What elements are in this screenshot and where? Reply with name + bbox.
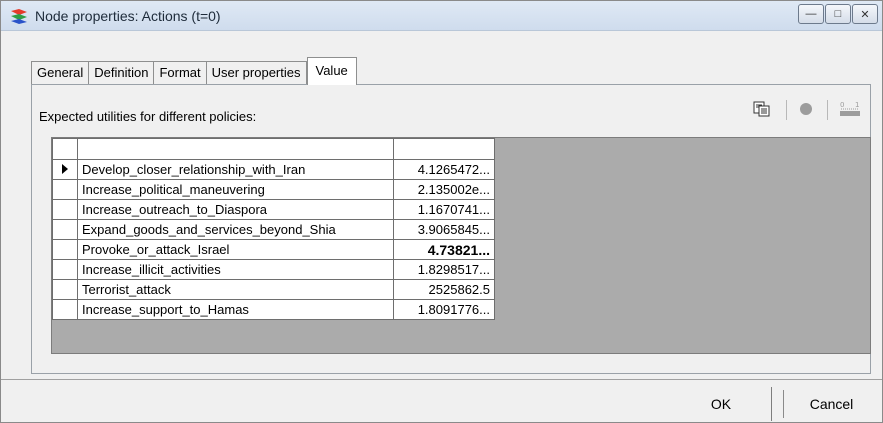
button-separator bbox=[771, 387, 772, 421]
table-row[interactable]: Provoke_or_attack_Israel 4.73821... bbox=[52, 239, 495, 260]
row-indicator[interactable] bbox=[52, 179, 78, 200]
cancel-button[interactable]: Cancel bbox=[783, 390, 879, 418]
policy-cell[interactable]: Increase_illicit_activities bbox=[77, 259, 394, 280]
utility-value-cell-max[interactable]: 4.73821... bbox=[393, 239, 495, 260]
copy-icon[interactable] bbox=[751, 98, 773, 120]
row-indicator[interactable] bbox=[52, 259, 78, 280]
utilities-grid[interactable]: Develop_closer_relationship_with_Iran 4.… bbox=[51, 137, 871, 354]
table-header-row bbox=[52, 138, 495, 160]
policy-cell[interactable]: Terrorist_attack bbox=[77, 279, 394, 300]
tab-definition[interactable]: Definition bbox=[89, 61, 155, 85]
table-row[interactable]: Expand_goods_and_services_beyond_Shia 3.… bbox=[52, 219, 495, 240]
table-row[interactable]: Increase_illicit_activities 1.8298517... bbox=[52, 259, 495, 280]
maximize-icon: □ bbox=[834, 8, 842, 20]
tab-format[interactable]: Format bbox=[154, 61, 207, 85]
utility-value-cell[interactable]: 1.8298517... bbox=[393, 259, 495, 280]
policy-cell[interactable]: Increase_outreach_to_Diaspora bbox=[77, 199, 394, 220]
policy-cell[interactable]: Increase_political_maneuvering bbox=[77, 179, 394, 200]
header-policy-cell[interactable] bbox=[77, 138, 394, 160]
table-row[interactable]: Increase_outreach_to_Diaspora 1.1670741.… bbox=[52, 199, 495, 220]
footer-divider bbox=[1, 379, 882, 380]
table-row[interactable]: Increase_support_to_Hamas 1.8091776... bbox=[52, 299, 495, 320]
header-value-cell[interactable] bbox=[393, 138, 495, 160]
table-row[interactable]: Develop_closer_relationship_with_Iran 4.… bbox=[52, 159, 495, 180]
utility-value-cell[interactable]: 3.9065845... bbox=[393, 219, 495, 240]
ruler-icon[interactable]: 0 1 bbox=[837, 98, 863, 120]
row-indicator[interactable] bbox=[52, 199, 78, 220]
close-icon: ✕ bbox=[860, 8, 870, 21]
utility-value-cell[interactable]: 4.1265472... bbox=[393, 159, 495, 180]
table-row[interactable]: Terrorist_attack 2525862.5 bbox=[52, 279, 495, 300]
close-button[interactable]: ✕ bbox=[852, 4, 878, 24]
row-indicator[interactable] bbox=[52, 219, 78, 240]
header-indicator-cell bbox=[52, 138, 78, 160]
minimize-icon: — bbox=[805, 8, 817, 20]
node-properties-dialog: Node properties: Actions (t=0) — □ ✕ Gen… bbox=[0, 0, 883, 423]
expected-utilities-label: Expected utilities for different policie… bbox=[39, 109, 257, 124]
tab-general[interactable]: General bbox=[31, 61, 90, 85]
utility-value-cell[interactable]: 1.8091776... bbox=[393, 299, 495, 320]
utility-value-cell[interactable]: 2.135002e... bbox=[393, 179, 495, 200]
policy-cell[interactable]: Increase_support_to_Hamas bbox=[77, 299, 394, 320]
utility-value-cell[interactable]: 1.1670741... bbox=[393, 199, 495, 220]
tab-user-properties[interactable]: User properties bbox=[206, 61, 307, 85]
svg-text:0: 0 bbox=[840, 101, 844, 109]
record-dot-icon[interactable] bbox=[797, 98, 815, 120]
ok-button[interactable]: OK bbox=[673, 390, 769, 418]
table-row[interactable]: Increase_political_maneuvering 2.135002e… bbox=[52, 179, 495, 200]
window-title: Node properties: Actions (t=0) bbox=[35, 8, 221, 24]
title-bar[interactable]: Node properties: Actions (t=0) — □ ✕ bbox=[1, 1, 882, 31]
utilities-table: Develop_closer_relationship_with_Iran 4.… bbox=[52, 138, 495, 320]
tab-value[interactable]: Value bbox=[306, 57, 357, 85]
policy-cell[interactable]: Provoke_or_attack_Israel bbox=[77, 239, 394, 260]
utility-value-cell[interactable]: 2525862.5 bbox=[393, 279, 495, 300]
row-indicator[interactable] bbox=[52, 239, 78, 260]
policy-cell[interactable]: Develop_closer_relationship_with_Iran bbox=[77, 159, 394, 180]
row-indicator[interactable] bbox=[52, 279, 78, 300]
tab-strip: General Definition Format User propertie… bbox=[31, 57, 357, 85]
minimize-button[interactable]: — bbox=[798, 4, 824, 24]
policy-cell[interactable]: Expand_goods_and_services_beyond_Shia bbox=[77, 219, 394, 240]
current-row-pointer-icon bbox=[62, 164, 68, 174]
maximize-button[interactable]: □ bbox=[825, 4, 851, 24]
toolbar-separator bbox=[827, 100, 828, 120]
row-indicator[interactable] bbox=[52, 299, 78, 320]
toolbar-separator bbox=[786, 100, 787, 120]
svg-text:1: 1 bbox=[855, 101, 859, 109]
row-indicator[interactable] bbox=[52, 159, 78, 180]
node-properties-app-icon bbox=[11, 9, 27, 24]
